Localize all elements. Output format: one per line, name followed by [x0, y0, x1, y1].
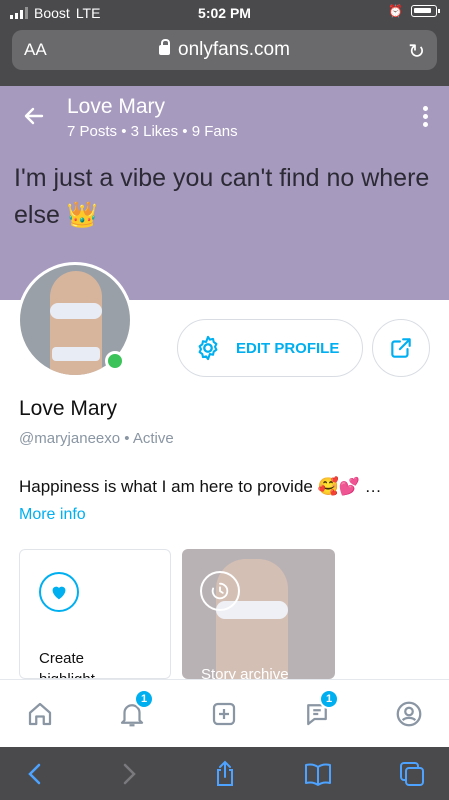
share-icon: [391, 338, 411, 358]
add-post-icon: [212, 702, 236, 726]
cover-quote: I'm just a vibe you can't find no where …: [14, 164, 430, 229]
share-button[interactable]: [372, 319, 430, 377]
gear-icon: [198, 335, 218, 361]
browser-chrome: Boost LTE 5:02 PM ⏰ AA onlyfans.com ↻: [0, 0, 449, 86]
alarm-icon: ⏰: [388, 4, 403, 18]
bottom-navigation: 1 1: [0, 679, 449, 747]
reload-icon[interactable]: ↻: [408, 39, 425, 64]
handle-line: @maryjaneexo • Active: [19, 430, 174, 447]
story-archive-card[interactable]: Story archive: [182, 549, 335, 679]
create-highlight-card[interactable]: Create highlight: [19, 549, 171, 679]
profile-icon: [396, 701, 422, 727]
home-icon: [28, 702, 52, 726]
bookmarks-icon[interactable]: [303, 759, 333, 789]
cover-name: Love Mary: [67, 95, 166, 118]
history-icon: [200, 571, 240, 611]
tabs-icon[interactable]: [397, 759, 427, 789]
messages-badge: 1: [319, 689, 339, 709]
edit-profile-button[interactable]: EDIT PROFILE: [177, 319, 363, 377]
browser-toolbar: [0, 747, 449, 800]
clock: 5:02 PM: [198, 5, 251, 21]
bio-text: Happiness is what I am here to provide 🥰…: [19, 477, 382, 496]
status-bar: Boost LTE 5:02 PM ⏰: [0, 0, 449, 26]
more-info-link[interactable]: More info: [19, 506, 86, 524]
more-options-icon[interactable]: [423, 106, 429, 130]
nav-home[interactable]: [10, 680, 70, 748]
display-name: Love Mary: [19, 397, 118, 420]
browser-back-icon[interactable]: [20, 759, 50, 789]
activity-status: Active: [132, 430, 174, 447]
create-highlight-label: Create highlight: [39, 650, 95, 678]
story-archive-label: Story archive: [201, 666, 289, 679]
username: @maryjaneexo: [19, 430, 121, 447]
back-arrow-icon[interactable]: [22, 104, 46, 128]
address-bar[interactable]: AA onlyfans.com ↻: [12, 30, 437, 70]
profile-stats: 7 Posts • 3 Likes • 9 Fans: [67, 123, 238, 140]
nav-notifications[interactable]: 1: [102, 680, 162, 748]
lock-icon: [159, 39, 171, 55]
browser-forward-icon[interactable]: [114, 759, 144, 789]
edit-profile-label: EDIT PROFILE: [236, 339, 340, 357]
nav-new-post[interactable]: [194, 680, 254, 748]
notifications-badge: 1: [134, 689, 154, 709]
online-indicator: [105, 351, 125, 371]
battery-icon: [411, 5, 440, 17]
add-highlight-icon: [39, 572, 79, 612]
nav-profile[interactable]: [379, 680, 439, 748]
nav-messages[interactable]: 1: [287, 680, 347, 748]
browser-share-icon[interactable]: [210, 759, 240, 789]
url-text: onlyfans.com: [178, 39, 290, 60]
